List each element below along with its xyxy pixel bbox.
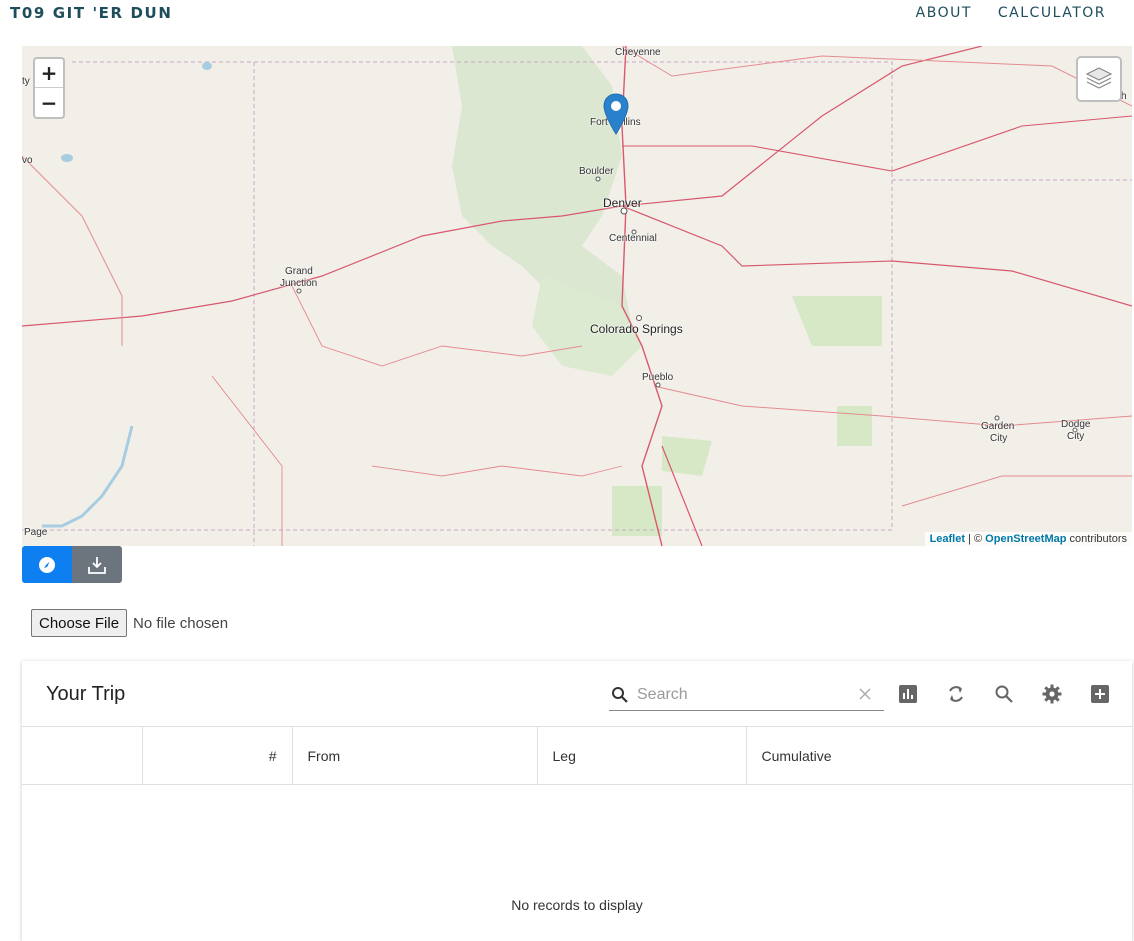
chart-button[interactable]	[896, 682, 920, 706]
nav-about-link[interactable]: ABOUT	[916, 5, 972, 21]
search-icon	[995, 685, 1013, 703]
map-label-centennial: Centennial	[609, 233, 657, 244]
attribution-contributors: contributors	[1066, 533, 1127, 545]
column-header-number[interactable]: #	[142, 726, 293, 785]
location-compass-icon	[39, 556, 55, 573]
map-marker-icon[interactable]	[603, 93, 629, 135]
file-input: Choose File No file chosen	[31, 609, 228, 637]
settings-icon	[1042, 684, 1062, 704]
map-label-boulder: Boulder	[579, 166, 614, 177]
file-status: No file chosen	[133, 614, 229, 632]
nav-links: ABOUT CALCULATOR	[916, 5, 1106, 21]
map-label-pueblo: Pueblo	[642, 372, 674, 383]
column-header-leg[interactable]: Leg	[537, 726, 747, 785]
map-label-dodge-city: City	[1067, 431, 1085, 442]
column-header-cumulative[interactable]: Cumulative	[746, 726, 1132, 785]
attribution-separator: | ©	[965, 533, 986, 545]
map-attribution: Leaflet | © OpenStreetMap contributors	[924, 532, 1132, 546]
clear-search-icon[interactable]	[858, 687, 872, 701]
map-label-page: Page	[24, 527, 48, 538]
add-button[interactable]	[1088, 682, 1112, 706]
chart-icon	[899, 685, 917, 703]
leaflet-link[interactable]: Leaflet	[930, 533, 965, 545]
trip-panel: Your Trip Search # From Leg Cumulative N…	[22, 661, 1132, 941]
map-label-edge-vo: vo	[22, 155, 33, 166]
zoom-out-button[interactable]: −	[35, 88, 63, 117]
map-label-garden-city: City	[990, 433, 1008, 444]
add-icon	[1091, 685, 1109, 703]
map-label-grand: Grand	[285, 266, 313, 277]
map-label-edge-ty: ty	[22, 76, 30, 87]
map-label-dodge: Dodge	[1061, 419, 1091, 430]
map-label-cheyenne: Cheyenne	[615, 47, 661, 58]
refresh-button[interactable]	[944, 682, 968, 706]
empty-table-message: No records to display	[511, 897, 643, 913]
map-action-buttons	[22, 546, 122, 583]
map-label-denver: Denver	[603, 196, 642, 210]
top-navbar: T09 GIT 'ER DUN ABOUT CALCULATOR	[0, 0, 1134, 26]
column-header-from[interactable]: From	[292, 726, 538, 785]
map[interactable]: Cheyenne Fort Collins Boulder Denver Cen…	[22, 46, 1132, 546]
map-tiles	[22, 46, 1132, 546]
download-button[interactable]	[72, 546, 122, 583]
map-label-colorado-springs: Colorado Springs	[590, 322, 683, 336]
layers-button[interactable]	[1076, 56, 1122, 102]
column-header-actions	[22, 726, 143, 785]
zoom-in-button[interactable]: +	[35, 59, 63, 88]
brand-title[interactable]: T09 GIT 'ER DUN	[10, 4, 172, 22]
trip-search	[609, 679, 884, 711]
search-input[interactable]	[637, 684, 847, 706]
trip-table: # From Leg Cumulative	[22, 726, 1132, 785]
search-toggle-button[interactable]	[992, 682, 1016, 706]
settings-button[interactable]	[1040, 682, 1064, 706]
table-header-row: # From Leg Cumulative	[22, 726, 1132, 785]
layers-icon	[1085, 67, 1113, 89]
nav-calculator-link[interactable]: CALCULATOR	[998, 5, 1106, 21]
download-icon	[88, 556, 106, 574]
refresh-icon	[949, 686, 963, 702]
locate-button[interactable]	[22, 546, 72, 583]
map-label-junction: Junction	[280, 278, 318, 289]
trip-title: Your Trip	[46, 683, 126, 705]
osm-link[interactable]: OpenStreetMap	[985, 533, 1066, 545]
search-icon	[612, 687, 628, 703]
map-label-garden: Garden	[981, 421, 1015, 432]
choose-file-button[interactable]: Choose File	[31, 609, 128, 637]
zoom-control: + −	[33, 57, 65, 119]
